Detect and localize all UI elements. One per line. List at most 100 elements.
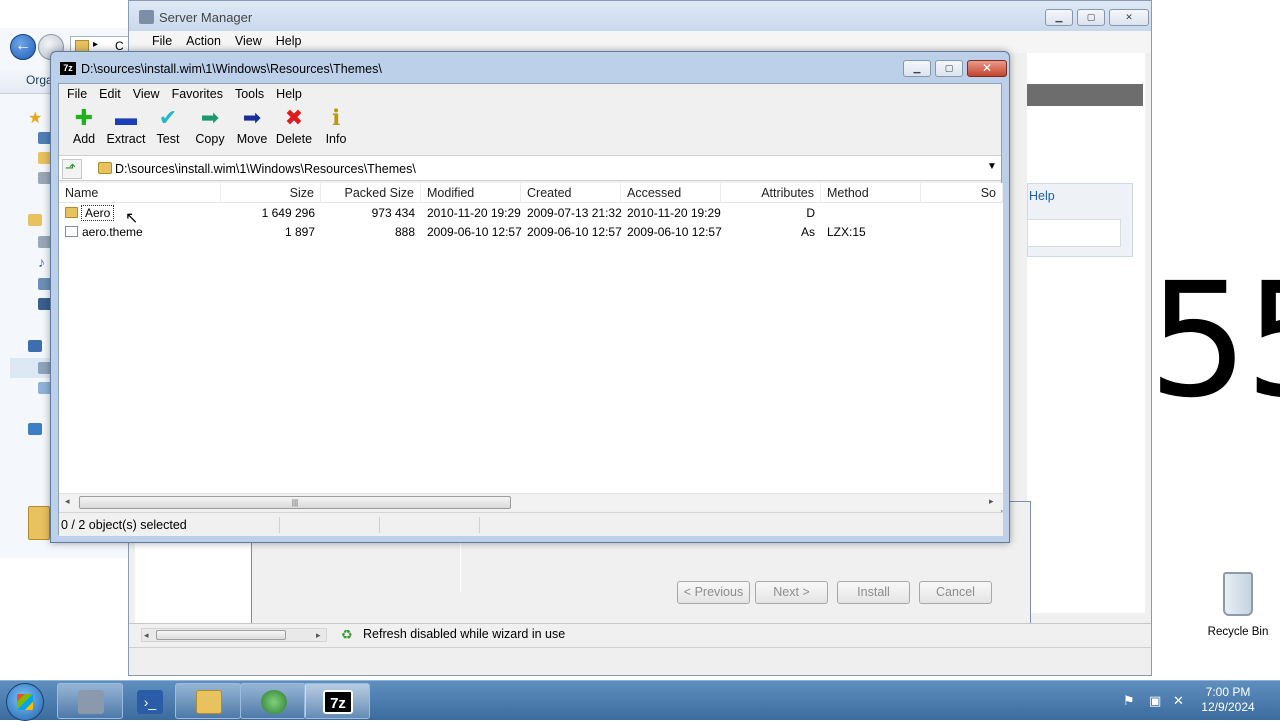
server-manager-content-pane (1027, 53, 1145, 613)
minimize-button[interactable]: ▁ (1045, 9, 1073, 26)
file-accessed: 2010-11-20 19:29 (627, 206, 721, 220)
minimize-icon: ▁ (1055, 12, 1063, 22)
column-modified[interactable]: Modified (421, 183, 521, 203)
file-name: Aero (80, 205, 115, 221)
column-created[interactable]: Created (521, 183, 621, 203)
column-name[interactable]: Name (59, 183, 221, 203)
delete-button[interactable]: ✖ Delete (273, 105, 315, 153)
test-label: Test (156, 132, 180, 146)
close-button[interactable]: ✕ (1109, 9, 1149, 26)
volume-muted-icon[interactable]: ✕ (1173, 693, 1184, 709)
extract-label: Extract (106, 132, 146, 146)
menu-edit[interactable]: Edit (93, 84, 127, 104)
7zip-address-bar[interactable]: ⬏ D:\sources\install.wim\1\Windows\Resou… (59, 155, 1001, 181)
7zip-title: D:\sources\install.wim\1\Windows\Resourc… (81, 62, 382, 76)
next-button[interactable]: Next > (755, 581, 828, 604)
table-row[interactable]: Aero 1 649 296 973 434 2010-11-20 19:29 … (59, 204, 1003, 223)
libraries-icon[interactable] (28, 214, 42, 226)
column-solid[interactable]: So (921, 183, 1003, 203)
maximize-button[interactable]: ▢ (1077, 9, 1105, 26)
cancel-button[interactable]: Cancel (919, 581, 992, 604)
extract-button[interactable]: ▬ Extract (105, 105, 147, 153)
server-manager-titlebar[interactable]: Server Manager ▁ ▢ ✕ (129, 1, 1151, 31)
server-manager-menubar: File Action View Help (129, 31, 1151, 53)
7zip-menubar: File Edit View Favorites Tools Help (59, 84, 1001, 104)
add-button[interactable]: ✚ Add (63, 105, 105, 153)
help-field (1027, 219, 1121, 247)
clock[interactable]: 7:00 PM 12/9/2024 (1188, 685, 1268, 715)
column-attributes[interactable]: Attributes (721, 183, 821, 203)
status-separator (379, 517, 380, 533)
recycle-bin[interactable]: Recycle Bin (1206, 572, 1270, 638)
large-folder-icon (28, 506, 50, 540)
column-size[interactable]: Size (221, 183, 321, 203)
menu-view[interactable]: View (127, 84, 166, 104)
help-link[interactable]: Help (1029, 189, 1055, 203)
recycle-bin-label: Recycle Bin (1207, 626, 1269, 638)
file-packed-size: 888 (394, 225, 415, 239)
menu-help[interactable]: Help (270, 84, 308, 104)
up-folder-button[interactable]: ⬏ (62, 159, 82, 179)
windows-logo-icon (17, 694, 33, 710)
menu-tools[interactable]: Tools (229, 84, 270, 104)
menu-file[interactable]: File (61, 84, 93, 104)
file-attributes: As (800, 225, 815, 239)
server-manager-bottom-bar (129, 647, 1151, 675)
info-button[interactable]: ℹ Info (315, 105, 357, 153)
install-button[interactable]: Install (837, 581, 910, 604)
file-attributes: D (806, 206, 815, 220)
section-header-bar (1027, 84, 1143, 106)
network-icon[interactable] (28, 423, 42, 435)
menu-help[interactable]: Help (271, 31, 307, 53)
copy-button[interactable]: ➡ Copy (189, 105, 231, 153)
computer-icon[interactable] (28, 340, 42, 352)
file-size: 1 897 (284, 225, 315, 239)
column-method[interactable]: Method (821, 183, 921, 203)
menu-favorites[interactable]: Favorites (166, 84, 229, 104)
taskbar-7zip[interactable]: 7z (304, 683, 370, 719)
7zip-icon: 7z (323, 690, 353, 714)
7zip-titlebar[interactable]: 7z D:\sources\install.wim\1\Windows\Reso… (51, 52, 1009, 84)
x-icon: ✖ (284, 105, 304, 130)
address-dropdown-icon[interactable]: ▼ (987, 161, 997, 172)
scrollbar-thumb[interactable] (156, 630, 286, 640)
menu-file[interactable]: File (147, 31, 177, 53)
delete-label: Delete (275, 132, 313, 146)
file-list-horizontal-scrollbar[interactable]: ◂ ||| ▸ (59, 493, 1003, 510)
7zip-maximize-button[interactable]: ▢ (935, 60, 963, 77)
info-label: Info (325, 132, 347, 146)
move-button[interactable]: ➡ Move (231, 105, 273, 153)
start-button[interactable] (6, 683, 44, 721)
taskbar-browser[interactable] (240, 683, 306, 719)
column-accessed[interactable]: Accessed (621, 183, 721, 203)
column-packed-size[interactable]: Packed Size (321, 183, 421, 203)
previous-button[interactable]: < Previous (677, 581, 750, 604)
server-manager-title: Server Manager (159, 10, 253, 25)
scroll-left-icon[interactable]: ◂ (144, 630, 149, 641)
action-center-flag-icon[interactable]: ⚑ (1123, 693, 1135, 709)
taskbar: ›_ 7z ⚑ ▣ ✕ 7:00 PM 12/9/2024 (0, 680, 1280, 721)
scroll-right-icon[interactable]: ▸ (989, 496, 994, 507)
7zip-minimize-button[interactable]: ▁ (903, 60, 931, 77)
file-method: LZX:15 (827, 225, 866, 239)
minus-icon: ▬ (115, 105, 137, 130)
address-path: D:\sources\install.wim\1\Windows\Resourc… (115, 162, 416, 176)
close-icon: ✕ (981, 61, 993, 75)
test-button[interactable]: ✔ Test (147, 105, 189, 153)
menu-view[interactable]: View (230, 31, 267, 53)
scroll-right-icon[interactable]: ▸ (316, 630, 321, 641)
menu-action[interactable]: Action (181, 31, 226, 53)
add-label: Add (72, 132, 96, 146)
7zip-close-button[interactable]: ✕ (967, 60, 1007, 77)
tree-horizontal-scrollbar[interactable]: ◂ ▸ (141, 628, 327, 642)
taskbar-server-manager[interactable] (57, 683, 123, 719)
scroll-left-icon[interactable]: ◂ (65, 496, 70, 507)
file-method (821, 204, 921, 223)
network-icon[interactable]: ▣ (1149, 693, 1161, 709)
music-icon[interactable]: ♪ (38, 254, 45, 270)
scrollbar-thumb[interactable]: ||| (79, 496, 511, 509)
table-row[interactable]: aero.theme 1 897 888 2009-06-10 12:57 20… (59, 223, 1003, 242)
mouse-cursor-icon: ↖ (125, 210, 139, 227)
taskbar-explorer[interactable] (175, 683, 241, 719)
back-button[interactable]: ← (10, 34, 36, 60)
